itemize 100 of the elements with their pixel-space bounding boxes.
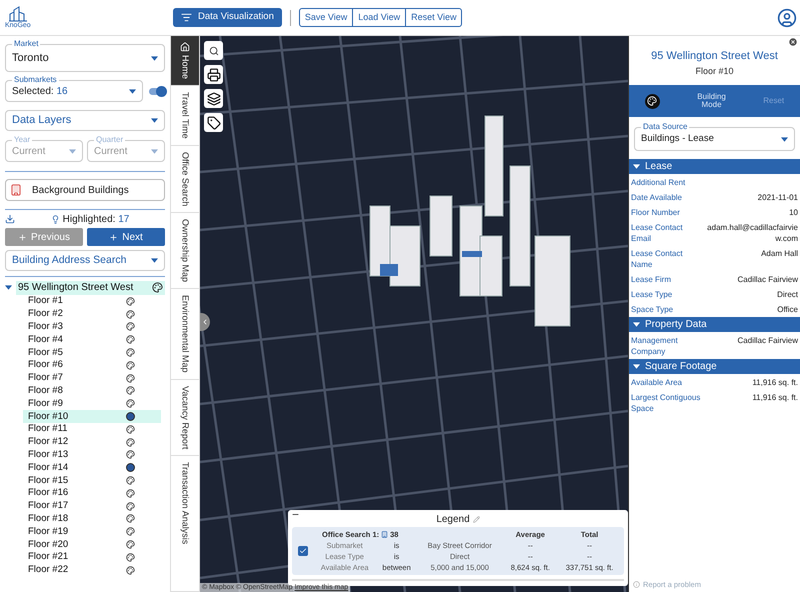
floor-item[interactable]: Floor #21: [23, 550, 161, 564]
view-button[interactable]: Reset View: [405, 9, 462, 26]
palette-icon[interactable]: [126, 527, 135, 536]
palette-icon[interactable]: [126, 374, 135, 383]
next-button[interactable]: Next: [87, 228, 165, 246]
data-visualization-button[interactable]: Data Visualization: [173, 8, 282, 27]
select-placeholder: Data Layers: [12, 113, 72, 128]
collapse-button[interactable]: [200, 313, 210, 331]
field-label: Market: [12, 39, 40, 49]
caret-icon: [151, 258, 158, 263]
floor-label: Floor #12: [28, 436, 70, 448]
section-header[interactable]: Property Data: [629, 317, 800, 332]
palette-icon[interactable]: [126, 514, 135, 524]
caret-icon: [151, 56, 158, 60]
tag-button[interactable]: [204, 113, 223, 132]
view-button[interactable]: Load View: [352, 9, 406, 26]
palette-icon[interactable]: [126, 476, 135, 486]
section-header[interactable]: Square Footage: [629, 359, 800, 374]
floor-item[interactable]: Floor #8: [23, 384, 161, 398]
floor-label: Floor #20: [28, 538, 70, 551]
floor-item[interactable]: Floor #6: [23, 358, 161, 372]
caret-icon: [129, 88, 136, 94]
floor-item[interactable]: Floor #2: [23, 308, 161, 321]
info-icon: [633, 580, 640, 588]
field-value: Adam Hall: [760, 248, 798, 260]
palette-icon[interactable]: [152, 282, 163, 293]
select-placeholder: Building Address Search: [12, 252, 126, 268]
floor-item[interactable]: Floor #13: [23, 448, 161, 462]
search-button[interactable]: [204, 41, 223, 60]
floor-item[interactable]: Floor #17: [23, 500, 161, 513]
search-icon: [208, 46, 218, 56]
checkbox[interactable]: [298, 546, 308, 556]
building-icon: [381, 531, 388, 538]
palette-icon[interactable]: [126, 322, 135, 332]
layers-button[interactable]: [204, 89, 223, 108]
floor-item[interactable]: Floor #18: [23, 512, 161, 526]
building-mode-button[interactable]: Building Mode: [692, 93, 732, 109]
print-button[interactable]: [204, 65, 223, 84]
user-avatar-icon[interactable]: [777, 8, 797, 28]
floor-item[interactable]: Floor #11: [23, 422, 161, 436]
floor-item[interactable]: Floor #9: [23, 397, 161, 410]
field-label: Additional Rent: [631, 177, 686, 188]
field-value: Cadillac Fairview: [736, 335, 798, 347]
palette-icon[interactable]: [126, 488, 135, 498]
palette-button[interactable]: [644, 94, 660, 108]
floor-item[interactable]: Floor #20: [23, 538, 161, 551]
floor-item[interactable]: Floor #3: [23, 320, 161, 334]
select-value: Buildings - Lease: [641, 132, 714, 146]
download-icon[interactable]: [5, 214, 15, 224]
palette-icon[interactable]: [126, 348, 135, 358]
field-value: 2021-11-01: [756, 192, 798, 203]
floor-item[interactable]: Floor #4: [23, 333, 161, 346]
floor-item[interactable]: Floor #22: [23, 564, 161, 577]
caret-icon: [151, 148, 158, 154]
floor-subtitle: Floor #10: [695, 64, 734, 78]
palette-icon[interactable]: [126, 360, 135, 370]
palette-icon[interactable]: [126, 296, 135, 306]
field-label: Space Type: [631, 304, 674, 315]
palette-icon[interactable]: [126, 310, 135, 319]
floor-label: Floor #10: [28, 410, 70, 423]
tree-item[interactable]: 95 Wellington Street West: [16, 280, 165, 294]
floor-item[interactable]: Floor #5: [23, 346, 161, 359]
section-header[interactable]: Lease: [629, 159, 800, 174]
floor-item[interactable]: Floor #16: [23, 486, 161, 500]
floor-item[interactable]: Floor #19: [23, 525, 161, 538]
field-label: Date Available: [631, 192, 683, 203]
building-name: 95 Wellington Street West: [18, 281, 134, 295]
floor-item[interactable]: Floor #10: [23, 410, 161, 423]
floor-item[interactable]: Floor #7: [23, 372, 161, 385]
field-value: Office: [776, 304, 798, 315]
floor-label: Floor #18: [28, 512, 70, 525]
palette-icon[interactable]: [126, 399, 135, 408]
floor-item[interactable]: Floor #14: [23, 461, 161, 474]
floor-label: Floor #3: [28, 320, 64, 333]
field-label: Management Company: [631, 335, 679, 357]
field-label: Lease Contact Email: [631, 222, 684, 244]
floor-label: Floor #21: [28, 551, 70, 564]
toggle-switch[interactable]: [149, 88, 165, 94]
palette-icon[interactable]: [126, 552, 135, 562]
palette-icon[interactable]: [126, 566, 135, 575]
floor-item[interactable]: Floor #12: [23, 436, 161, 449]
floor-item[interactable]: Floor #1: [23, 295, 161, 308]
background-buildings-button[interactable]: Background Buildings: [5, 179, 165, 201]
palette-icon[interactable]: [126, 335, 135, 344]
palette-icon[interactable]: [126, 540, 135, 550]
floor-label: Floor #5: [28, 346, 64, 359]
palette-icon[interactable]: [126, 450, 135, 460]
floor-item[interactable]: Floor #15: [23, 474, 161, 487]
close-icon[interactable]: [788, 37, 798, 47]
data-layers-select[interactable]: Data Layers: [5, 110, 165, 131]
field-label: Data Source: [641, 122, 690, 132]
view-button[interactable]: Save View: [300, 9, 352, 26]
home-icon: [180, 42, 190, 52]
side-tab[interactable]: Home: [171, 36, 199, 86]
palette-icon[interactable]: [126, 438, 135, 447]
chevron-left-icon: [201, 318, 209, 326]
palette-icon[interactable]: [126, 502, 135, 511]
palette-icon[interactable]: [126, 386, 135, 396]
palette-icon[interactable]: [126, 424, 135, 434]
address-search-select[interactable]: Building Address Search: [5, 250, 165, 271]
